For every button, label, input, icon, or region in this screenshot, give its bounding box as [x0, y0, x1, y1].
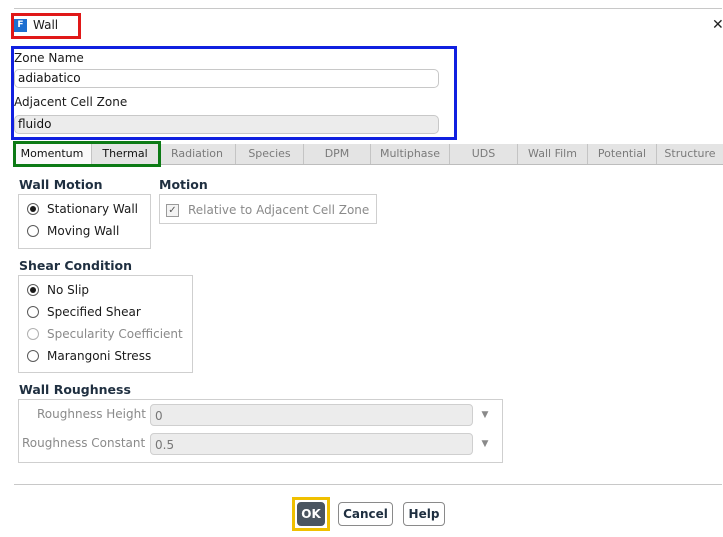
- roughness-height-dropdown-icon: ▼: [481, 410, 489, 420]
- window-title: Wall: [33, 18, 59, 32]
- adjacent-cell-zone-label: Adjacent Cell Zone: [14, 95, 128, 109]
- shear-condition-title: Shear Condition: [19, 258, 132, 273]
- tab-dpm[interactable]: DPM: [304, 144, 371, 164]
- help-button[interactable]: Help: [403, 502, 445, 526]
- tab-multiphase[interactable]: Multiphase: [371, 144, 450, 164]
- top-divider: [14, 8, 722, 9]
- tabs-highlight-box: [13, 141, 161, 167]
- motion-title: Motion: [159, 177, 208, 192]
- specified-shear-radio[interactable]: [27, 306, 39, 318]
- ok-button[interactable]: OK: [297, 502, 325, 526]
- cancel-button[interactable]: Cancel: [338, 502, 393, 526]
- relative-to-adjacent-checkbox[interactable]: ✓: [166, 204, 179, 217]
- marangoni-stress-label: Marangoni Stress: [47, 349, 152, 363]
- relative-to-adjacent-label: Relative to Adjacent Cell Zone: [188, 203, 370, 217]
- stationary-wall-label: Stationary Wall: [47, 202, 138, 216]
- bottom-divider: [14, 484, 722, 485]
- zone-name-input[interactable]: adiabatico: [14, 69, 439, 88]
- tab-species[interactable]: Species: [236, 144, 304, 164]
- roughness-constant-field: 0.5: [150, 433, 473, 455]
- specularity-coefficient-label: Specularity Coefficient: [47, 327, 183, 341]
- adjacent-cell-zone-field: fluido: [14, 115, 439, 134]
- tab-potential[interactable]: Potential: [588, 144, 657, 164]
- roughness-height-field: 0: [150, 404, 473, 426]
- moving-wall-label: Moving Wall: [47, 224, 120, 238]
- specularity-coefficient-radio: [27, 328, 39, 340]
- app-icon: F: [14, 19, 27, 32]
- roughness-constant-label: Roughness Constant: [22, 436, 146, 450]
- roughness-constant-dropdown-icon: ▼: [481, 439, 489, 449]
- tab-wall-film[interactable]: Wall Film: [518, 144, 588, 164]
- stationary-wall-radio[interactable]: [27, 203, 39, 215]
- tab-radiation[interactable]: Radiation: [159, 144, 236, 164]
- marangoni-stress-radio[interactable]: [27, 350, 39, 362]
- wall-roughness-title: Wall Roughness: [19, 382, 131, 397]
- moving-wall-radio[interactable]: [27, 225, 39, 237]
- no-slip-radio[interactable]: [27, 284, 39, 296]
- specified-shear-label: Specified Shear: [47, 305, 141, 319]
- close-icon[interactable]: ✕: [712, 17, 723, 33]
- tab-uds[interactable]: UDS: [450, 144, 518, 164]
- no-slip-label: No Slip: [47, 283, 90, 297]
- wall-motion-title: Wall Motion: [19, 177, 103, 192]
- tab-structure[interactable]: Structure: [657, 144, 723, 164]
- zone-name-label: Zone Name: [14, 51, 84, 65]
